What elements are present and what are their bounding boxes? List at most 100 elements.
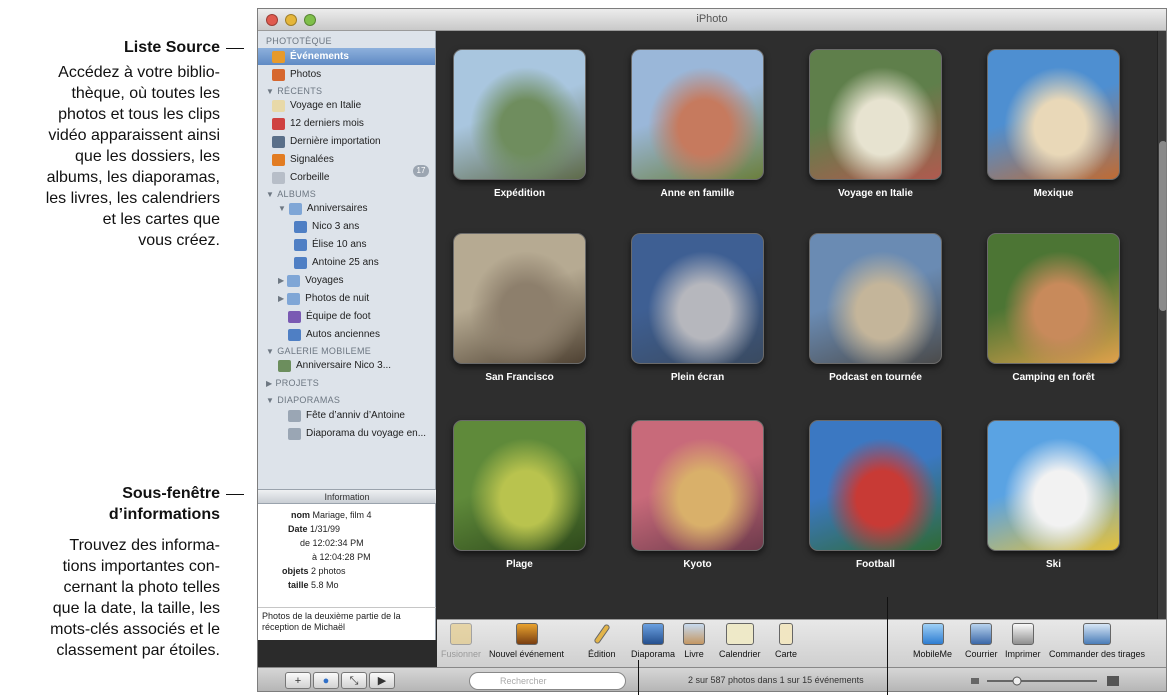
callout-line: vous créez. [138, 232, 220, 249]
info-value[interactable]: Mariage, film 4 [313, 510, 372, 520]
event-thumbnail[interactable] [631, 233, 764, 364]
sidebar-item-events[interactable]: Événements [258, 48, 435, 65]
sidebar-item-autos[interactable]: Autos anciennes [288, 326, 380, 343]
sidebar-item-label: Corbeille [290, 172, 330, 183]
sidebar-item-voyages[interactable]: ▶ Voyages [278, 272, 344, 289]
info-pane-callout: Sous-fenêtre d’informations Trouvez des … [0, 483, 220, 661]
info-pane-header[interactable]: Information [258, 489, 436, 504]
event-tile[interactable]: Ski [987, 420, 1120, 590]
play-slideshow-button[interactable]: ▶ [369, 672, 395, 689]
search-input[interactable]: Rechercher [469, 672, 626, 690]
slider-track [987, 680, 1097, 682]
info-date: Date 1/31/99 [288, 524, 340, 534]
event-tile[interactable]: Anne en famille [631, 49, 764, 219]
scrollbar[interactable] [1157, 31, 1166, 619]
event-thumbnail[interactable] [809, 233, 942, 364]
sidebar-item-italy[interactable]: Voyage en Italie [272, 97, 361, 114]
sidebar-item-label: Antoine 25 ans [312, 257, 379, 268]
title-bar[interactable]: iPhoto [258, 9, 1166, 31]
callout-title-line: Sous-fenêtre [122, 485, 220, 502]
disclosure-icon[interactable]: ▼ [278, 204, 286, 213]
event-tile[interactable]: Football [809, 420, 942, 590]
event-tile[interactable]: Camping en forêt [987, 233, 1120, 403]
disclosure-icon[interactable]: ▼ [266, 347, 274, 356]
disclosure-icon[interactable]: ▶ [278, 276, 284, 285]
print-button[interactable]: Imprimer [1005, 623, 1041, 659]
event-thumbnail[interactable] [809, 420, 942, 551]
sidebar-item-gallery[interactable]: Anniversaire Nico 3... [278, 357, 391, 374]
event-thumbnail[interactable] [809, 49, 942, 180]
sidebar-item-elise[interactable]: Élise 10 ans [294, 236, 366, 253]
disclosure-icon[interactable]: ▼ [266, 396, 274, 405]
sidebar-item-fete[interactable]: Fête d’anniv d’Antoine [288, 407, 405, 424]
callout-line: Accédez à votre biblio- [58, 64, 220, 81]
info-label: taille [288, 580, 309, 590]
event-thumbnail[interactable] [453, 420, 586, 551]
sidebar-item-nico[interactable]: Nico 3 ans [294, 218, 359, 235]
smart-album-icon [288, 310, 301, 323]
mail-button[interactable]: Courrier [965, 623, 998, 659]
disclosure-icon[interactable]: ▼ [266, 190, 274, 199]
event-tile[interactable]: Expédition [453, 49, 586, 219]
calendar-button[interactable]: Calendrier [719, 623, 761, 659]
merge-button[interactable]: Fusionner [441, 623, 481, 659]
slideshow-button[interactable]: Diaporama [631, 623, 675, 659]
info-comment[interactable]: Photos de la deuxième partie de la récep… [258, 607, 436, 640]
event-tile[interactable]: Mexique [987, 49, 1120, 219]
event-thumbnail[interactable] [631, 420, 764, 551]
info-name: nom Mariage, film 4 [291, 510, 372, 520]
info-to: à 12:04:28 PM [312, 552, 371, 562]
card-button[interactable]: Carte [775, 623, 797, 659]
disclosure-icon[interactable]: ▶ [278, 294, 284, 303]
sidebar-item-import[interactable]: Dernière importation [272, 133, 381, 150]
event-tile[interactable]: San Francisco [453, 233, 586, 403]
mobileme-button[interactable]: MobileMe [913, 623, 952, 659]
info-label: nom [291, 510, 310, 520]
event-thumbnail[interactable] [987, 420, 1120, 551]
zoom-slider[interactable] [971, 676, 1121, 686]
event-thumbnail[interactable] [453, 233, 586, 364]
sidebar-item-flagged[interactable]: Signalées [272, 151, 334, 168]
toolbar-label: Édition [588, 649, 616, 659]
toolbar-label: Calendrier [719, 649, 761, 659]
folder-icon [287, 274, 301, 287]
toolbar-label: Commander des tirages [1049, 649, 1146, 659]
info-value: 12:02:34 PM [312, 538, 364, 548]
fullscreen-button[interactable]: ⤡ [341, 672, 367, 689]
event-label: Football [856, 559, 895, 570]
event-thumbnail[interactable] [987, 49, 1120, 180]
sidebar-item-antoine[interactable]: Antoine 25 ans [294, 254, 379, 271]
event-thumbnail[interactable] [631, 49, 764, 180]
scrollbar-thumb[interactable] [1159, 141, 1166, 311]
order-prints-button[interactable]: Commander des tirages [1049, 623, 1145, 659]
sidebar-item-label: Voyages [305, 275, 344, 286]
disclosure-icon[interactable]: ▶ [266, 379, 272, 388]
toolbar-leader [638, 660, 639, 695]
event-tile[interactable]: Kyoto [631, 420, 764, 590]
sidebar-item-label: Autos anciennes [306, 329, 380, 340]
sidebar-item-night[interactable]: ▶ Photos de nuit [278, 290, 369, 307]
callout-line: classement par étoiles. [56, 642, 220, 659]
sidebar-item-diapo[interactable]: Diaporama du voyage en... [288, 425, 426, 442]
edit-button[interactable]: Édition [588, 623, 616, 659]
sidebar-item-months[interactable]: 12 derniers mois [272, 115, 364, 132]
book-button[interactable]: Livre [683, 623, 705, 659]
event-tile[interactable]: Podcast en tournée [809, 233, 942, 403]
sidebar-item-trash[interactable]: Corbeille [272, 169, 329, 186]
event-tile[interactable]: Plage [453, 420, 586, 590]
photos-icon [272, 68, 285, 81]
disclosure-icon[interactable]: ▼ [266, 87, 274, 96]
sidebar-item-photos[interactable]: Photos [272, 66, 321, 83]
event-tile[interactable]: Plein écran [631, 233, 764, 403]
book-icon [683, 623, 705, 645]
info-value[interactable]: 1/31/99 [310, 524, 340, 534]
info-button[interactable]: ● [313, 672, 339, 689]
event-thumbnail[interactable] [453, 49, 586, 180]
sidebar-item-birthdays[interactable]: ▼ Anniversaires [278, 200, 368, 217]
event-thumbnail[interactable] [987, 233, 1120, 364]
new-event-button[interactable]: Nouvel événement [489, 623, 564, 659]
info-pane: nom Mariage, film 4 Date 1/31/99 de 12:0… [258, 504, 436, 640]
sidebar-item-foot[interactable]: Équipe de foot [288, 308, 371, 325]
add-button[interactable]: + [285, 672, 311, 689]
event-tile[interactable]: Voyage en Italie [809, 49, 942, 219]
